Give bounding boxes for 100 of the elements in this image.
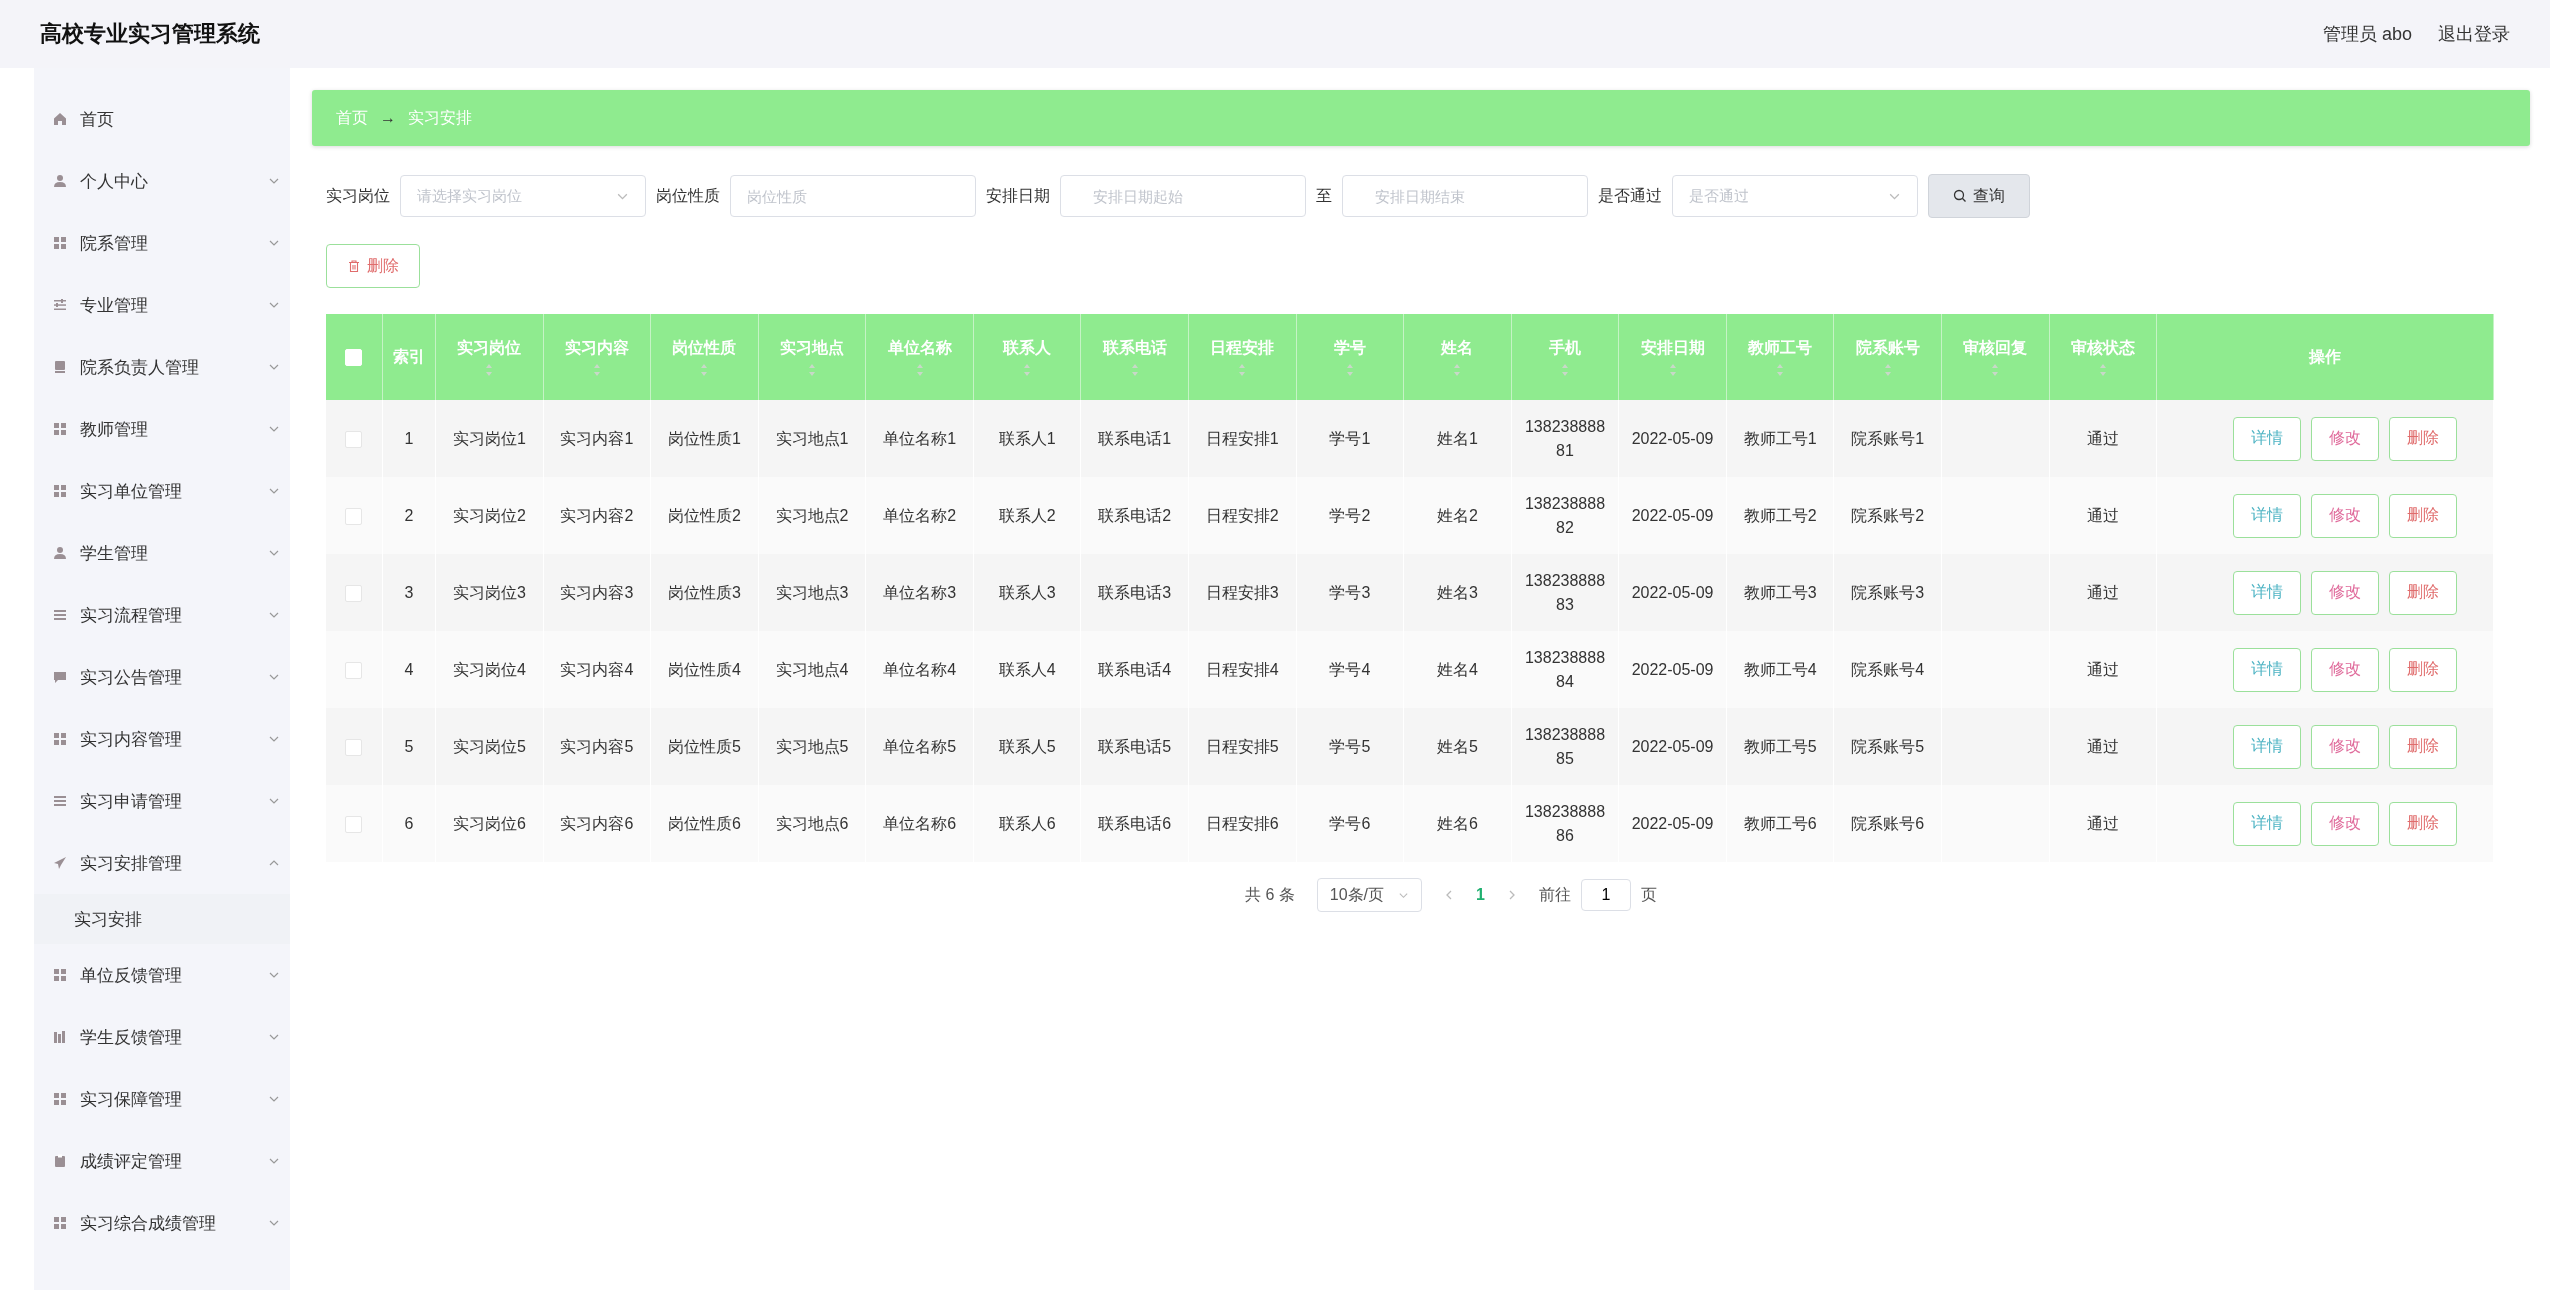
sort-icon[interactable] bbox=[485, 362, 494, 377]
column-header: 操作 bbox=[2156, 314, 2494, 400]
action-button[interactable]: 详情 bbox=[2233, 724, 2302, 769]
table-cell-text: 联系人2 bbox=[998, 505, 1056, 526]
sidebar-item[interactable]: 学生反馈管理 bbox=[34, 1006, 290, 1068]
sidebar-item[interactable]: 实习申请管理 bbox=[34, 770, 290, 832]
action-button[interactable]: 修改 bbox=[2311, 647, 2380, 692]
sidebar-item[interactable]: 院系负责人管理 bbox=[34, 336, 290, 398]
sort-icon[interactable] bbox=[1991, 362, 2000, 377]
action-button[interactable]: 详情 bbox=[2233, 647, 2302, 692]
sort-icon[interactable] bbox=[1883, 362, 1892, 377]
sort-icon[interactable] bbox=[1345, 362, 1354, 377]
table-cell-text: 岗位性质3 bbox=[668, 582, 741, 603]
sidebar-item[interactable]: 学生管理 bbox=[34, 522, 290, 584]
sort-icon[interactable] bbox=[915, 362, 924, 377]
page-input[interactable]: 1 bbox=[1580, 879, 1631, 911]
action-button[interactable]: 详情 bbox=[2233, 570, 2302, 615]
table-cell-text: 通过 bbox=[2086, 582, 2119, 603]
page-number[interactable]: 1 bbox=[1476, 886, 1485, 904]
grid-icon bbox=[52, 967, 68, 983]
table-cell-text: 单位名称4 bbox=[883, 659, 957, 680]
sidebar-item[interactable]: 首页 bbox=[34, 88, 290, 150]
trash-icon bbox=[347, 259, 361, 273]
table-cell-text: 教师工号1 bbox=[1743, 428, 1817, 449]
table-cell-text: 姓名5 bbox=[1436, 736, 1478, 757]
action-button[interactable]: 删除 bbox=[2389, 416, 2458, 461]
date-field[interactable]: 安排日期结束 bbox=[1342, 175, 1588, 217]
sort-icon[interactable] bbox=[1453, 362, 1462, 377]
action-button[interactable]: 修改 bbox=[2311, 416, 2380, 461]
sidebar-item[interactable]: 实习安排管理 bbox=[34, 832, 290, 894]
action-button[interactable]: 修改 bbox=[2311, 493, 2380, 538]
sort-icon[interactable] bbox=[1130, 362, 1139, 377]
sidebar-item[interactable]: 专业管理 bbox=[34, 274, 290, 336]
sort-icon[interactable] bbox=[1561, 362, 1569, 377]
row-checkbox[interactable] bbox=[345, 661, 363, 679]
search-button[interactable]: 查询 bbox=[1928, 174, 2030, 218]
sort-icon[interactable] bbox=[808, 362, 817, 377]
action-button[interactable]: 修改 bbox=[2311, 570, 2380, 615]
select-all-checkbox[interactable] bbox=[345, 349, 363, 367]
table-cell-text: 日程安排6 bbox=[1205, 813, 1279, 834]
row-checkbox[interactable] bbox=[345, 430, 363, 448]
date-field[interactable]: 安排日期起始 bbox=[1060, 175, 1306, 217]
row-checkbox[interactable] bbox=[345, 738, 363, 756]
action-button[interactable]: 删除 bbox=[2389, 570, 2458, 615]
table-cell-text: 姓名1 bbox=[1436, 428, 1478, 449]
action-button[interactable]: 删除 bbox=[2389, 493, 2458, 538]
range-separator: 至 bbox=[1316, 185, 1332, 206]
action-button[interactable]: 删除 bbox=[2389, 724, 2458, 769]
sidebar-item[interactable]: 实习单位管理 bbox=[34, 460, 290, 522]
submenu-item[interactable]: 实习安排 bbox=[34, 894, 290, 944]
table-cell-text: 通过 bbox=[2086, 505, 2119, 526]
table-cell-text: 岗位性质2 bbox=[668, 505, 741, 526]
sort-icon[interactable] bbox=[700, 362, 709, 377]
action-button[interactable]: 详情 bbox=[2233, 493, 2302, 538]
row-checkbox[interactable] bbox=[345, 507, 363, 525]
table-cell-text: 13823888883 bbox=[1523, 570, 1607, 615]
logout-link[interactable]: 退出登录 bbox=[2438, 22, 2510, 46]
sort-icon[interactable] bbox=[1238, 362, 1247, 377]
row-checkbox[interactable] bbox=[345, 584, 363, 602]
sidebar-item[interactable]: 院系管理 bbox=[34, 212, 290, 274]
action-button[interactable]: 修改 bbox=[2311, 724, 2380, 769]
table-cell-text: 实习地点1 bbox=[775, 428, 849, 449]
book-icon bbox=[52, 359, 68, 375]
sort-icon[interactable] bbox=[1023, 362, 1032, 377]
table-cell-text: 日程安排3 bbox=[1205, 582, 1279, 603]
sort-icon[interactable] bbox=[1776, 362, 1785, 377]
grid-icon bbox=[52, 235, 68, 251]
home-icon bbox=[52, 111, 68, 127]
row-checkbox[interactable] bbox=[345, 815, 363, 833]
sidebar-item[interactable]: 实习流程管理 bbox=[34, 584, 290, 646]
action-button[interactable]: 修改 bbox=[2311, 801, 2380, 846]
delete-button[interactable]: 删除 bbox=[326, 244, 420, 288]
table-cell-text: 实习岗位5 bbox=[452, 736, 526, 757]
sidebar-item[interactable]: 单位反馈管理 bbox=[34, 944, 290, 1006]
action-button[interactable]: 详情 bbox=[2233, 801, 2302, 846]
sort-icon[interactable] bbox=[1668, 362, 1677, 377]
page-size-select[interactable]: 10条/页 bbox=[1316, 878, 1423, 912]
table-cell-text: 4 bbox=[404, 659, 414, 680]
plane-icon bbox=[52, 855, 68, 871]
sort-icon[interactable] bbox=[592, 362, 601, 377]
sidebar-item[interactable]: 个人中心 bbox=[34, 150, 290, 212]
action-button[interactable]: 删除 bbox=[2389, 801, 2458, 846]
sidebar-item[interactable]: 教师管理 bbox=[34, 398, 290, 460]
table-cell-text: 13823888886 bbox=[1523, 801, 1607, 846]
action-button[interactable]: 详情 bbox=[2233, 416, 2302, 461]
sidebar-item[interactable]: 实习综合成绩管理 bbox=[34, 1192, 290, 1254]
table-cell-text: 姓名2 bbox=[1436, 505, 1478, 526]
select-field[interactable]: 是否通过 bbox=[1672, 175, 1918, 217]
table-cell-text: 实习岗位6 bbox=[452, 813, 526, 834]
sidebar-item[interactable]: 实习公告管理 bbox=[34, 646, 290, 708]
input-field[interactable]: 岗位性质 bbox=[730, 175, 976, 217]
sidebar-item[interactable]: 成绩评定管理 bbox=[34, 1130, 290, 1192]
action-button[interactable]: 删除 bbox=[2389, 647, 2458, 692]
table-cell-text: 联系人5 bbox=[998, 736, 1056, 757]
table-cell-text: 实习内容4 bbox=[560, 659, 634, 680]
sidebar-item[interactable]: 实习保障管理 bbox=[34, 1068, 290, 1130]
table-cell-text: 教师工号6 bbox=[1743, 813, 1817, 834]
select-field[interactable]: 请选择实习岗位 bbox=[400, 175, 646, 217]
sort-icon[interactable] bbox=[2098, 362, 2107, 377]
sidebar-item[interactable]: 实习内容管理 bbox=[34, 708, 290, 770]
